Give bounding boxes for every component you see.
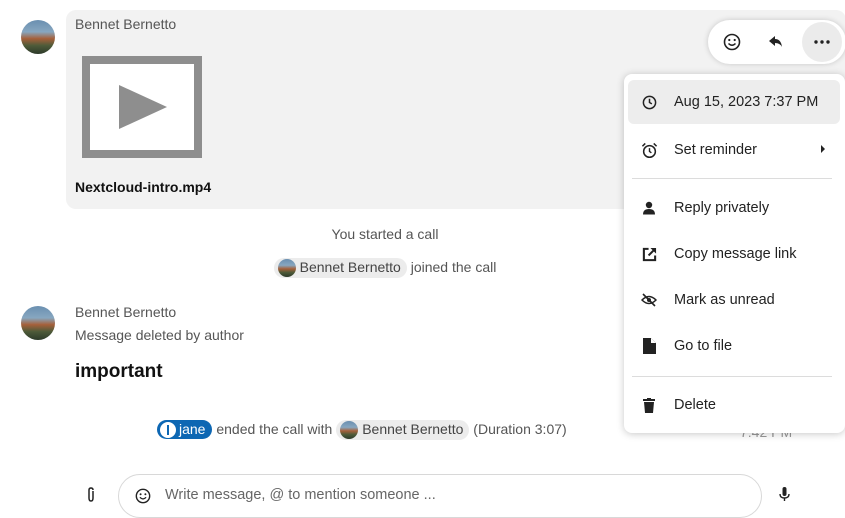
external-link-icon: [640, 245, 658, 263]
system-message-ended: jane ended the call with Bennet Bernetto…: [157, 420, 567, 441]
avatar: [277, 259, 296, 278]
menu-item-label: Mark as unread: [674, 292, 775, 308]
message-body: important: [75, 361, 163, 382]
mention-name: Bennet Bernetto: [362, 421, 464, 437]
menu-separator: [632, 376, 832, 377]
more-icon: [814, 40, 830, 44]
menu-item-label: Copy message link: [674, 246, 797, 262]
menu-item-label: Go to file: [674, 338, 733, 354]
menu-item-go-to-file[interactable]: Go to file: [628, 324, 840, 368]
play-icon: [119, 85, 167, 129]
menu-item-set-reminder[interactable]: Set reminder: [628, 128, 840, 172]
eye-off-icon: [640, 291, 658, 309]
paperclip-icon: [88, 487, 94, 502]
menu-item-label: Aug 15, 2023 7:37 PM: [674, 94, 819, 110]
user-mention-chip[interactable]: Bennet Bernetto: [336, 420, 470, 441]
file-icon: [640, 337, 658, 355]
call-duration: (Duration 3:07): [473, 421, 567, 437]
message-actions-toolbar: [708, 20, 845, 64]
menu-item-delete[interactable]: Delete: [628, 383, 840, 427]
menu-item-label: Set reminder: [674, 142, 758, 158]
attachment-filename[interactable]: Nextcloud-intro.mp4: [75, 179, 211, 195]
alarm-icon: [640, 141, 658, 159]
emoji-picker-button[interactable]: [135, 488, 151, 508]
avatar[interactable]: [21, 20, 55, 54]
microphone-icon: [779, 487, 790, 501]
trash-icon: [640, 396, 658, 414]
menu-item-label: Reply privately: [674, 200, 770, 216]
menu-item-copy-link[interactable]: Copy message link: [628, 232, 840, 276]
clock-icon: [640, 93, 658, 111]
person-icon: [640, 199, 658, 217]
emoji-icon: [135, 488, 151, 504]
avatar[interactable]: [21, 306, 55, 340]
user-mention-chip[interactable]: Bennet Bernetto: [273, 258, 407, 279]
mention-name: Bennet Bernetto: [299, 259, 401, 275]
message-input[interactable]: Write message, @ to mention someone ...: [165, 487, 436, 503]
message-author: Bennet Bernetto: [75, 16, 177, 32]
message-actions-menu: Aug 15, 2023 7:37 PM Set reminder Reply …: [624, 74, 845, 433]
deleted-message-text: Message deleted by author: [75, 327, 244, 343]
menu-separator: [632, 178, 832, 179]
message-author: Bennet Bernetto: [75, 304, 177, 320]
menu-item-mark-unread[interactable]: Mark as unread: [628, 278, 840, 322]
submenu-arrow-icon: [820, 142, 826, 158]
attach-button[interactable]: [86, 487, 96, 507]
menu-item-reply-privately[interactable]: Reply privately: [628, 186, 840, 230]
reply-icon: [769, 36, 782, 47]
user-mention-chip[interactable]: jane: [157, 420, 213, 440]
system-text: You started a call: [331, 226, 439, 242]
emoji-reaction-button[interactable]: [712, 22, 752, 62]
more-actions-button[interactable]: [802, 22, 842, 62]
video-thumbnail[interactable]: [82, 56, 202, 158]
menu-item-timestamp[interactable]: Aug 15, 2023 7:37 PM: [628, 80, 840, 124]
avatar: [340, 421, 359, 440]
voice-message-button[interactable]: [779, 487, 790, 506]
system-text: ended the call with: [216, 421, 333, 437]
user-status-icon: [160, 422, 176, 439]
menu-item-label: Delete: [674, 397, 716, 413]
mention-name: jane: [179, 421, 206, 437]
reply-button[interactable]: [756, 22, 796, 62]
system-text: joined the call: [410, 259, 497, 275]
message-composer[interactable]: Write message, @ to mention someone ...: [118, 474, 762, 518]
emoji-icon: [723, 33, 741, 51]
